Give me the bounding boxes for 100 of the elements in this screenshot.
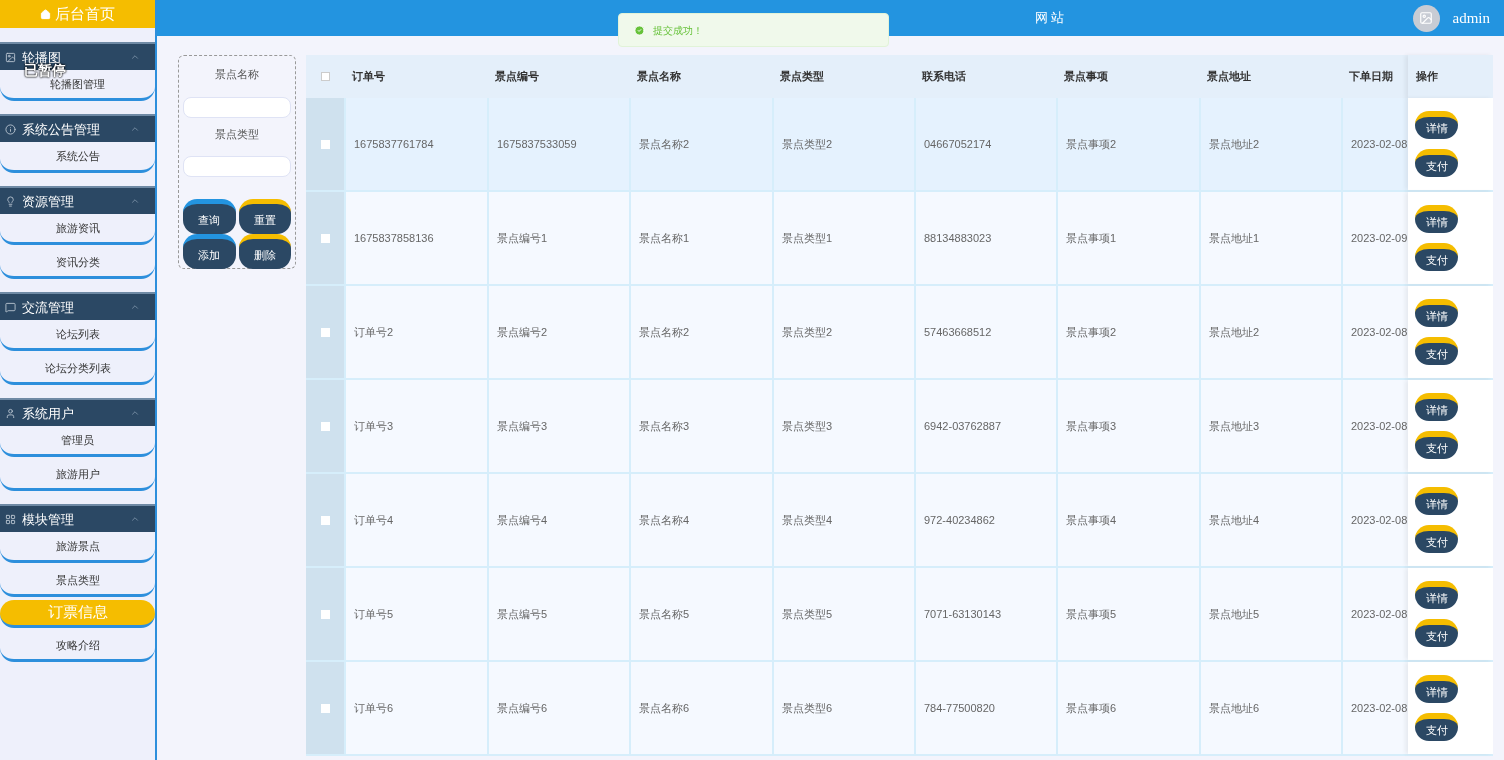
row-action-button[interactable]: 支付 <box>1415 431 1458 459</box>
menu-group-title: 模块管理 <box>22 512 74 526</box>
table-cell-text: 景点类型3 <box>782 418 833 434</box>
menu-item[interactable]: 旅游景点 <box>0 532 155 563</box>
home-icon <box>40 8 51 20</box>
menu-item[interactable]: 系统公告 <box>0 142 155 173</box>
row-action-button[interactable]: 详情 <box>1415 487 1458 515</box>
table-cell-text: 1675837761784 <box>354 136 434 152</box>
table-row[interactable]: 1675837761784 1675837533059 景点名称2 景点类型2 04667052174 景点事项2 景点地址2 2023-02-08 详情 支付 <box>306 98 1493 192</box>
table-cell-text: 6942-03762887 <box>924 418 1002 434</box>
search-panel-button[interactable]: 添加 <box>183 234 236 269</box>
table-cell-text: 784-77500820 <box>924 700 995 716</box>
table-cell-text: 景点名称2 <box>639 136 690 152</box>
table-cell-text: 04667052174 <box>924 136 992 152</box>
row-action-button[interactable]: 详情 <box>1415 581 1458 609</box>
table-cell-text: 订单号6 <box>354 700 394 716</box>
menu-group-header[interactable]: 系统公告管理 <box>0 114 155 142</box>
table-cell-text: 景点事项1 <box>1066 230 1117 246</box>
row-action-button[interactable]: 支付 <box>1415 619 1458 647</box>
search-field[interactable] <box>183 96 291 118</box>
row-action-button[interactable]: 详情 <box>1415 205 1458 233</box>
table-cell-text: 景点名称5 <box>639 606 690 622</box>
row-action-button[interactable]: 详情 <box>1415 675 1458 703</box>
menu-group-header[interactable]: 资源管理 <box>0 186 155 214</box>
menu-item[interactable]: 论坛列表 <box>0 320 155 351</box>
table-cell-text: 景点类型5 <box>782 606 833 622</box>
search-panel-button[interactable]: 删除 <box>238 234 291 269</box>
table-cell-text: 景点类型2 <box>782 324 833 340</box>
column-header: 景点名称 <box>637 69 681 85</box>
menu-item[interactable]: 论坛分类列表 <box>0 354 155 385</box>
menu-item[interactable]: 旅游资讯 <box>0 214 155 245</box>
table-cell-text: 972-40234862 <box>924 512 995 528</box>
menu-item[interactable]: 攻略介绍 <box>0 631 155 662</box>
image-icon <box>5 51 16 63</box>
row-action-button[interactable]: 详情 <box>1415 299 1458 327</box>
table-cell-text: 景点类型1 <box>782 230 833 246</box>
table-row[interactable]: 订单号4 景点编号4 景点名称4 景点类型4 972-40234862 景点事项4 景点地址4 2023-02-08 详情 支付 <box>306 474 1493 568</box>
search-field[interactable] <box>183 156 291 177</box>
column-header: 操作 <box>1416 69 1438 85</box>
table-cell-text: 2023-02-08 <box>1351 324 1408 340</box>
table-cell-text: 订单号3 <box>354 418 394 434</box>
table-cell-text: 57463668512 <box>924 324 992 340</box>
table-cell-text: 订单号4 <box>354 512 394 528</box>
menu-item[interactable]: 资讯分类 <box>0 248 155 279</box>
check-icon <box>634 24 645 36</box>
info-icon <box>5 123 16 135</box>
table-cell-text: 景点事项3 <box>1066 418 1117 434</box>
table-cell-text: 景点地址3 <box>1209 418 1260 434</box>
table-cell-text: 2023-02-08 <box>1351 700 1408 716</box>
table-cell-text: 景点地址2 <box>1209 324 1260 340</box>
table-cell-text: 景点事项5 <box>1066 606 1117 622</box>
row-checkbox[interactable] <box>320 703 330 713</box>
table-cell-text: 1675837533059 <box>497 136 577 152</box>
menu-group-title: 交流管理 <box>22 300 74 314</box>
table-row[interactable]: 订单号2 景点编号2 景点名称2 景点类型2 57463668512 景点事项2 景点地址2 2023-02-08 详情 支付 <box>306 286 1493 380</box>
row-checkbox[interactable] <box>320 327 330 337</box>
table-row[interactable]: 1675837858136 景点编号1 景点名称1 景点类型1 88134883023 景点事项1 景点地址1 2023-02-09 详情 支付 <box>306 192 1493 286</box>
bulb-icon <box>5 195 16 207</box>
menu-item[interactable]: 旅游用户 <box>0 460 155 491</box>
row-checkbox[interactable] <box>320 139 330 149</box>
column-header: 联系电话 <box>922 69 966 85</box>
avatar-icon[interactable] <box>1412 4 1440 32</box>
search-panel-button[interactable]: 重置 <box>238 199 291 234</box>
field-label: 景点类型 <box>215 126 259 142</box>
table-cell-text: 景点名称1 <box>639 230 690 246</box>
row-action-button[interactable]: 支付 <box>1415 337 1458 365</box>
row-action-button[interactable]: 支付 <box>1415 243 1458 271</box>
menu-group-title: 轮播图 <box>22 50 61 64</box>
menu-group-header[interactable]: 模块管理 <box>0 504 155 532</box>
row-checkbox[interactable] <box>320 515 330 525</box>
table-cell-text: 景点编号1 <box>497 230 548 246</box>
row-checkbox[interactable] <box>320 609 330 619</box>
table-row[interactable]: 订单号5 景点编号5 景点名称5 景点类型5 7071-63130143 景点事项5 景点地址5 2023-02-08 详情 支付 <box>306 568 1493 662</box>
table-cell-text: 景点编号3 <box>497 418 548 434</box>
site-title: 网站 <box>1034 9 1067 28</box>
menu-item[interactable]: 管理员 <box>0 426 155 457</box>
home-label: 后台首页 <box>55 3 115 24</box>
row-action-button[interactable]: 详情 <box>1415 111 1458 139</box>
table-cell-text: 景点编号6 <box>497 700 548 716</box>
row-action-button[interactable]: 支付 <box>1415 525 1458 553</box>
menu-group-header[interactable]: 系统用户 <box>0 398 155 426</box>
search-panel-button[interactable]: 查询 <box>183 199 236 234</box>
table-row[interactable]: 订单号3 景点编号3 景点名称3 景点类型3 6942-03762887 景点事项3 景点地址3 2023-02-08 详情 支付 <box>306 380 1493 474</box>
table-cell-text: 景点地址5 <box>1209 606 1260 622</box>
table-cell-text: 1675837858136 <box>354 230 434 246</box>
row-action-button[interactable]: 详情 <box>1415 393 1458 421</box>
table-cell-text: 景点编号5 <box>497 606 548 622</box>
menu-group-title: 资源管理 <box>22 194 74 208</box>
row-checkbox[interactable] <box>320 421 330 431</box>
select-all-checkbox[interactable] <box>320 72 330 81</box>
row-action-button[interactable]: 支付 <box>1415 713 1458 741</box>
menu-group-header[interactable]: 交流管理 <box>0 292 155 320</box>
table-cell-text: 景点类型4 <box>782 512 833 528</box>
table-row[interactable]: 订单号6 景点编号6 景点名称6 景点类型6 784-77500820 景点事项6 景点地址6 2023-02-08 详情 支付 <box>306 662 1493 756</box>
row-action-button[interactable]: 支付 <box>1415 149 1458 177</box>
menu-group-title: 系统公告管理 <box>22 122 100 136</box>
table-cell-text: 景点名称6 <box>639 700 690 716</box>
table-cell-text: 景点事项6 <box>1066 700 1117 716</box>
row-checkbox[interactable] <box>320 233 330 243</box>
menu-item[interactable]: 景点类型 <box>0 566 155 597</box>
